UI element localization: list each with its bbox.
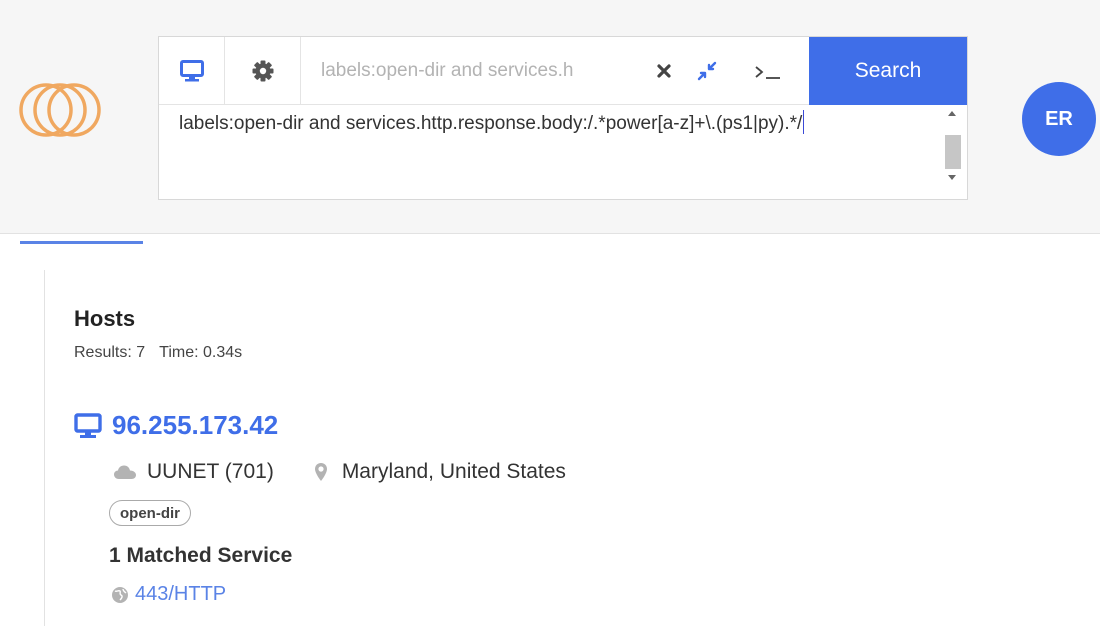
search-box: labels:open-dir and services.h Search la… — [158, 36, 968, 200]
host-mode-button[interactable] — [159, 37, 225, 105]
collapse-editor-button[interactable] — [687, 37, 727, 105]
matched-services-title: 1 Matched Service — [109, 544, 293, 567]
clear-query-button[interactable] — [649, 37, 679, 105]
text-caret — [803, 110, 805, 134]
settings-button[interactable] — [225, 37, 301, 105]
user-avatar[interactable]: ER — [1022, 82, 1096, 156]
scroll-up-arrow-icon[interactable] — [948, 111, 956, 116]
close-icon — [657, 64, 671, 78]
host-asn[interactable]: UUNET (701) — [147, 460, 274, 484]
host-ip-link[interactable]: 96.255.173.42 — [74, 410, 278, 441]
host-location[interactable]: Maryland, United States — [342, 460, 566, 484]
monitor-icon — [179, 60, 204, 82]
results-section-title: Hosts — [74, 306, 136, 331]
query-editor[interactable]: labels:open-dir and services.http.respon… — [179, 109, 941, 195]
service-port-protocol: 443/HTTP — [135, 583, 227, 605]
host-ip: 96.255.173.42 — [112, 410, 279, 440]
host-metadata: UUNET (701) Maryland, United States — [113, 460, 566, 484]
gear-icon — [252, 60, 273, 82]
terminal-icon — [755, 66, 780, 79]
top-header: labels:open-dir and services.h Search la… — [0, 0, 1100, 234]
query-time: Time: 0.34s — [159, 344, 243, 361]
service-link[interactable]: 443/HTTP — [111, 583, 226, 606]
scroll-down-arrow-icon[interactable] — [948, 175, 956, 180]
active-tab-indicator — [20, 241, 143, 244]
editor-scrollbar[interactable] — [943, 107, 963, 187]
monitor-icon — [74, 412, 102, 438]
location-pin-icon — [314, 463, 327, 481]
terminal-button[interactable] — [745, 37, 791, 105]
results-panel: Hosts Results: 7 Time: 0.34s 96.255.173.4… — [44, 270, 1094, 626]
results-count: Results: 7 — [74, 344, 146, 361]
query-text: labels:open-dir and services.http.respon… — [179, 113, 803, 134]
logo-icon[interactable] — [18, 78, 104, 142]
search-toolbar: labels:open-dir and services.h Search — [159, 37, 967, 105]
search-button[interactable]: Search — [809, 37, 967, 105]
results-summary: Results: 7 Time: 0.34s — [74, 344, 242, 362]
host-label-badge[interactable]: open-dir — [109, 500, 191, 526]
query-preview-text[interactable]: labels:open-dir and services.h — [321, 37, 641, 105]
globe-icon — [112, 586, 128, 603]
collapse-icon — [697, 61, 717, 81]
scroll-thumb[interactable] — [945, 135, 961, 169]
cloud-icon — [114, 465, 136, 479]
